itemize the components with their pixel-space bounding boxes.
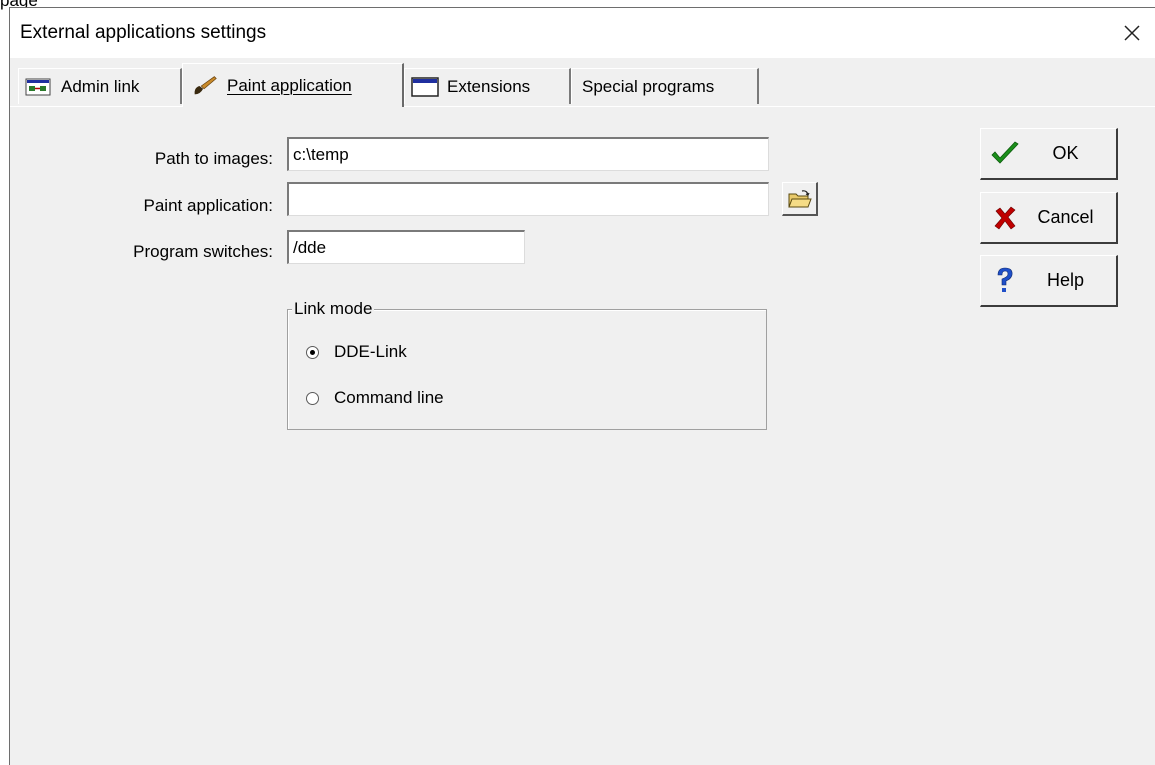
path-to-images-label: Path to images: <box>154 149 273 168</box>
tab-extensions-label: Extensions <box>447 76 531 96</box>
radio-command-line[interactable]: Command line <box>306 388 444 408</box>
admin-link-icon <box>25 76 53 98</box>
tab-strip: Admin link Paint application Extensions … <box>10 58 1155 108</box>
tab-special-programs[interactable]: Special programs <box>571 68 759 104</box>
help-button-label: Help <box>1046 270 1085 290</box>
radio-command-line-indicator[interactable] <box>306 391 319 405</box>
radio-dde-link-label: DDE-Link <box>334 342 407 361</box>
settings-dialog: External applications settings Admin lin… <box>9 7 1155 765</box>
paint-application-input[interactable] <box>287 182 769 216</box>
link-mode-legend: Link mode <box>292 299 375 319</box>
program-switches-input[interactable] <box>287 230 525 264</box>
tab-special-programs-label: Special programs <box>582 76 715 96</box>
path-to-images-input[interactable] <box>287 137 769 171</box>
tab-paint-application-label: Paint application <box>227 75 352 95</box>
paint-application-label: Paint application: <box>143 196 273 215</box>
radio-dde-link[interactable]: DDE-Link <box>306 342 407 362</box>
x-mark-icon <box>985 205 1025 231</box>
window-icon <box>411 76 439 98</box>
help-button[interactable]: Help <box>980 255 1118 307</box>
link-mode-group: Link mode DDE-Link Command line <box>287 299 767 430</box>
close-button[interactable] <box>1109 8 1155 58</box>
dialog-title: External applications settings <box>20 22 267 43</box>
tab-admin-link[interactable]: Admin link <box>18 68 182 104</box>
ok-button-label: OK <box>1052 143 1079 163</box>
question-mark-icon <box>985 266 1025 296</box>
cancel-button[interactable]: Cancel <box>980 192 1118 244</box>
ok-button[interactable]: OK <box>980 128 1118 180</box>
browse-button[interactable] <box>782 182 818 216</box>
radio-command-line-label: Command line <box>334 388 444 407</box>
checkmark-icon <box>985 140 1025 167</box>
paint-brush-icon <box>191 75 219 97</box>
tab-paint-application[interactable]: Paint application <box>182 63 404 107</box>
radio-dde-link-indicator[interactable] <box>306 345 319 359</box>
close-icon <box>1124 25 1140 41</box>
open-folder-icon <box>787 189 812 207</box>
tab-admin-link-label: Admin link <box>61 76 140 96</box>
cancel-button-label: Cancel <box>1037 207 1094 227</box>
tab-extensions[interactable]: Extensions <box>404 68 571 104</box>
program-switches-label: Program switches: <box>133 242 273 261</box>
title-bar: External applications settings <box>10 8 1155 58</box>
